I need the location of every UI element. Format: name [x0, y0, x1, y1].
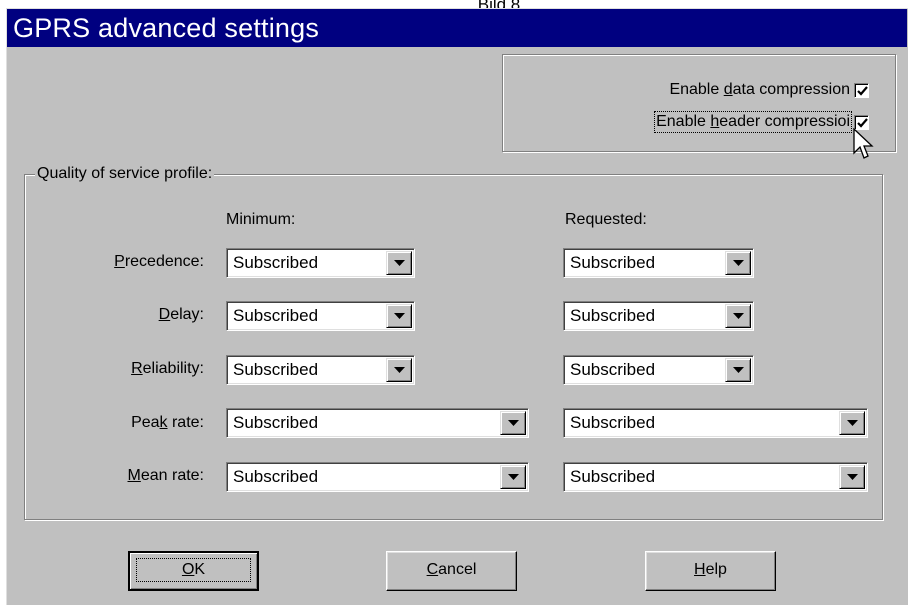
dropdown-button[interactable]	[500, 465, 526, 489]
dropdown-button[interactable]	[386, 251, 412, 275]
delay-requested-value: Subscribed	[570, 306, 656, 325]
ok-button[interactable]: OK	[128, 551, 259, 591]
minimum-column-header: Minimum:	[226, 211, 296, 228]
chevron-down-icon	[508, 474, 519, 480]
mean-rate-requested-select[interactable]: Subscribed	[563, 462, 868, 492]
mean-rate-minimum-value: Subscribed	[233, 467, 319, 486]
mouse-pointer-icon	[853, 128, 874, 159]
title-bar: GPRS advanced settings	[7, 9, 907, 47]
qos-profile-legend: Quality of service profile:	[35, 164, 215, 184]
window-title: GPRS advanced settings	[13, 13, 320, 43]
dropdown-button[interactable]	[839, 465, 865, 489]
reliability-label: Reliability:	[131, 360, 204, 377]
delay-minimum-select[interactable]: Subscribed	[226, 301, 415, 331]
dropdown-button[interactable]	[725, 304, 751, 328]
precedence-minimum-select[interactable]: Subscribed	[226, 248, 415, 278]
requested-column-header: Requested:	[565, 211, 647, 228]
dropdown-button[interactable]	[839, 411, 865, 435]
delay-label: Delay:	[158, 306, 204, 323]
mean-rate-requested-value: Subscribed	[570, 467, 656, 486]
reliability-minimum-select[interactable]: Subscribed	[226, 355, 415, 385]
delay-requested-select[interactable]: Subscribed	[563, 301, 754, 331]
peak-rate-requested-value: Subscribed	[570, 413, 656, 432]
cancel-button-label: Cancel	[426, 561, 477, 578]
help-button-label: Help	[694, 561, 727, 578]
header-compression-row[interactable]: Enable header compressioi	[654, 111, 869, 133]
dropdown-button[interactable]	[386, 304, 412, 328]
header-compression-label[interactable]: Enable header compressioi	[654, 111, 852, 133]
chevron-down-icon	[394, 313, 405, 319]
dropdown-button[interactable]	[500, 411, 526, 435]
dropdown-button[interactable]	[725, 251, 751, 275]
chevron-down-icon	[847, 474, 858, 480]
data-compression-checkbox[interactable]	[854, 82, 869, 98]
cancel-button[interactable]: Cancel	[386, 551, 517, 591]
ok-button-label: OK	[136, 558, 251, 582]
chevron-down-icon	[394, 260, 405, 266]
peak-rate-minimum-value: Subscribed	[233, 413, 319, 432]
peak-rate-minimum-select[interactable]: Subscribed	[226, 408, 529, 438]
data-compression-row[interactable]: Enable data compression	[669, 79, 869, 101]
chevron-down-icon	[733, 313, 744, 319]
precedence-label: Precedence:	[114, 253, 204, 270]
reliability-requested-value: Subscribed	[570, 360, 656, 379]
delay-minimum-value: Subscribed	[233, 306, 319, 325]
chevron-down-icon	[847, 420, 858, 426]
peak-rate-requested-select[interactable]: Subscribed	[563, 408, 868, 438]
chevron-down-icon	[394, 367, 405, 373]
chevron-down-icon	[733, 260, 744, 266]
dropdown-button[interactable]	[386, 358, 412, 382]
chevron-down-icon	[733, 367, 744, 373]
reliability-requested-select[interactable]: Subscribed	[563, 355, 754, 385]
mean-rate-label: Mean rate:	[127, 467, 204, 484]
checkmark-icon	[857, 85, 868, 96]
dropdown-button[interactable]	[725, 358, 751, 382]
compression-panel: Enable data compression Enable header co…	[502, 54, 896, 152]
data-compression-label[interactable]: Enable data compression	[669, 81, 850, 99]
help-button[interactable]: Help	[645, 551, 776, 591]
chevron-down-icon	[508, 420, 519, 426]
precedence-requested-select[interactable]: Subscribed	[563, 248, 754, 278]
reliability-minimum-value: Subscribed	[233, 360, 319, 379]
precedence-requested-value: Subscribed	[570, 253, 656, 272]
precedence-minimum-value: Subscribed	[233, 253, 319, 272]
peak-rate-label: Peak rate:	[131, 414, 204, 431]
mean-rate-minimum-select[interactable]: Subscribed	[226, 462, 529, 492]
